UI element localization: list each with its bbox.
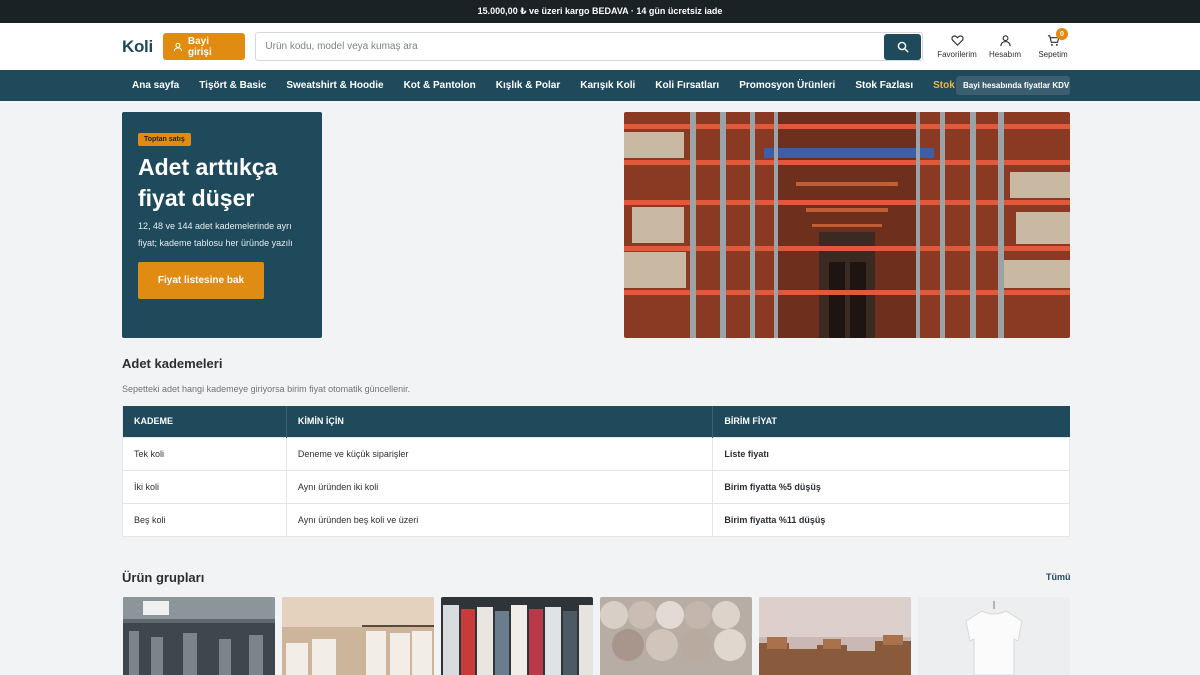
search-icon	[897, 41, 909, 53]
announcement-text: 15.000,00 ₺ ve üzeri kargo BEDAVA · 14 g…	[477, 6, 723, 16]
account-link[interactable]: Hesabım	[988, 34, 1022, 59]
product-group-card[interactable]	[759, 597, 911, 675]
price-cell: Birim fiyatta %5 düşüş	[712, 469, 1070, 503]
fabric-rolls-image	[600, 597, 752, 675]
site-header: Koli Bayi girişi Favorilerim Hesabım Sep…	[0, 23, 1200, 70]
product-group-card[interactable]	[282, 597, 434, 675]
product-group-card[interactable]	[918, 597, 1070, 675]
account-label: Hesabım	[988, 50, 1021, 59]
search-button[interactable]	[884, 33, 921, 60]
product-group-card[interactable]	[441, 597, 593, 675]
hero-promo-card: Toptan satış Adet arttıkça fiyat düşer 1…	[122, 112, 322, 338]
announcement-bar: 15.000,00 ₺ ve üzeri kargo BEDAVA · 14 g…	[0, 0, 1200, 23]
table-row: Beş koli Aynı üründen beş koli ve üzeri …	[122, 502, 1070, 537]
nav-item-mixed-box[interactable]: Karışık Koli	[570, 80, 645, 91]
table-row: İki koli Aynı üründen iki koli Birim fiy…	[122, 469, 1070, 503]
hero-title-line1: Adet arttıkça	[138, 154, 278, 180]
who-cell: Aynı üründen iki koli	[285, 469, 713, 503]
clothing-rack-image	[123, 597, 275, 675]
column-header-tier: KADEME	[122, 406, 287, 437]
tier-cell: İki koli	[122, 469, 287, 503]
shirts-on-hangers-image	[282, 597, 434, 675]
tier-cell: Tek koli	[122, 436, 287, 470]
nav-item-promo[interactable]: Promosyon Ürünleri	[729, 80, 845, 91]
nav-item-tshirt[interactable]: Tişört & Basic	[189, 80, 276, 91]
nav-item-winter[interactable]: Kışlık & Polar	[486, 80, 570, 91]
dealer-notice: Bayi hesabında fiyatlar KDV h	[956, 76, 1070, 95]
product-groups	[123, 597, 1070, 675]
hero-description: 12, 48 ve 144 adet kademelerinde ayrı fi…	[138, 221, 293, 248]
cart-link[interactable]: Sepetim 0	[1036, 28, 1070, 59]
cart-count-badge: 0	[1056, 28, 1068, 40]
cart-label: Sepetim	[1038, 50, 1068, 59]
dealer-login-label: Bayi girişi	[187, 35, 212, 58]
price-cell: Birim fiyatta %11 düşüş	[712, 502, 1070, 537]
site-logo[interactable]: Koli	[122, 37, 153, 57]
groups-section-title: Ürün grupları	[122, 570, 205, 585]
hero-badge: Toptan satış	[138, 133, 191, 146]
boxes-image	[759, 597, 911, 675]
favorites-label: Favorilerim	[937, 50, 977, 59]
who-cell: Deneme ve küçük siparişler	[285, 436, 713, 470]
column-header-price: BİRİM FİYAT	[712, 406, 1070, 437]
warehouse-image	[624, 112, 1070, 338]
category-nav: Ana sayfa Tişört & Basic Sweatshirt & Ho…	[0, 70, 1200, 101]
tier-cell: Beş koli	[122, 502, 287, 537]
heart-icon	[950, 35, 964, 46]
nav-item-overstock[interactable]: Stok Fazlası	[845, 80, 923, 91]
tiers-section-title: Adet kademeleri	[122, 356, 223, 371]
nav-item-jeans[interactable]: Kot & Pantolon	[394, 80, 486, 91]
table-row: Tek koli Deneme ve küçük siparişler List…	[122, 436, 1070, 470]
nav-item-box-deals[interactable]: Koli Fırsatları	[645, 80, 729, 91]
hero-title: Adet arttıkça fiyat düşer	[138, 152, 306, 214]
hero-title-line2: fiyat düşer	[138, 185, 255, 211]
price-list-button[interactable]: Fiyat listesine bak	[138, 262, 264, 299]
groups-view-all-link[interactable]: Tümü	[1046, 572, 1071, 582]
tier-table-header: KADEME KİMİN İÇİN BİRİM FİYAT	[122, 406, 1070, 437]
favorites-link[interactable]: Favorilerim	[937, 34, 977, 59]
tiers-section-subtitle: Sepetteki adet hangi kademeye giriyorsa …	[122, 384, 411, 394]
product-group-card[interactable]	[600, 597, 752, 675]
user-icon	[999, 35, 1011, 47]
tier-table: KADEME KİMİN İÇİN BİRİM FİYAT Tek koli D…	[122, 406, 1070, 537]
user-icon	[173, 42, 183, 51]
white-tshirt-image	[918, 597, 1070, 675]
nav-item-sweatshirt[interactable]: Sweatshirt & Hoodie	[276, 80, 393, 91]
column-header-who: KİMİN İÇİN	[285, 406, 713, 437]
nav-item-home[interactable]: Ana sayfa	[122, 80, 189, 91]
colorful-tshirts-image	[441, 597, 593, 675]
search-bar	[255, 32, 923, 61]
price-cell: Liste fiyatı	[712, 436, 1070, 470]
who-cell: Aynı üründen beş koli ve üzeri	[285, 502, 713, 537]
search-input[interactable]	[256, 33, 884, 60]
product-group-card[interactable]	[123, 597, 275, 675]
dealer-login-button[interactable]: Bayi girişi	[162, 33, 246, 60]
